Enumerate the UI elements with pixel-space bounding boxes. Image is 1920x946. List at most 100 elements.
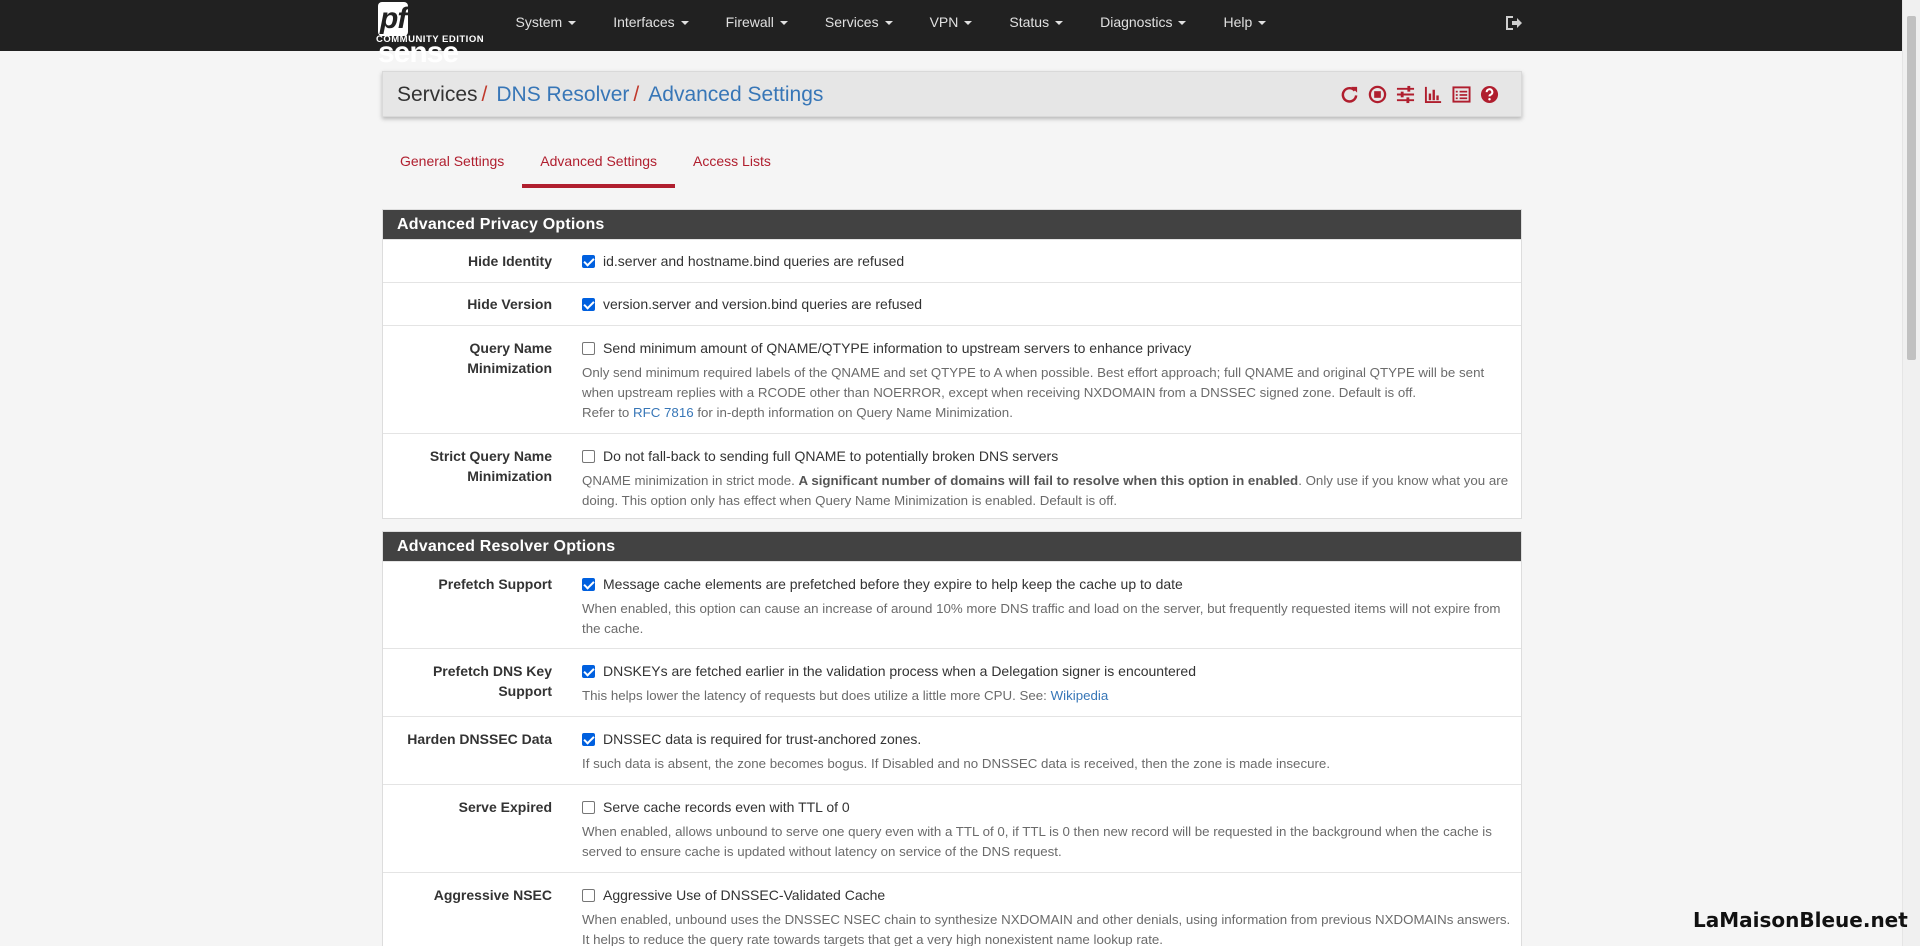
field-label: Prefetch Support	[438, 576, 552, 592]
aggressive-nsec-checkbox[interactable]	[582, 888, 595, 902]
option-text: Aggressive Use of DNSSEC-Validated Cache	[603, 887, 886, 903]
field-label: Aggressive NSEC	[433, 887, 552, 903]
option-text: version.server and version.bind queries …	[603, 296, 923, 312]
menu-help[interactable]: Help	[1205, 0, 1285, 45]
wikipedia-link[interactable]: Wikipedia	[1051, 688, 1109, 703]
resolver-options-panel: Advanced Resolver Options Prefetch Suppo…	[382, 531, 1522, 946]
option-text: Message cache elements are prefetched be…	[603, 576, 1183, 592]
rfc-7816-link[interactable]: RFC 7816	[633, 405, 694, 420]
breadcrumb-actions	[1340, 85, 1499, 104]
main-menu: System Interfaces Firewall Services VPN …	[497, 0, 1285, 45]
caret-down-icon	[884, 21, 893, 26]
query-name-minimization-row: Query Name Minimization Send minimum amou…	[383, 325, 1521, 433]
aggressive-nsec-option[interactable]: Aggressive Use of DNSSEC-Validated Cache	[582, 885, 1511, 905]
field-label: Prefetch DNS Key Support	[432, 663, 552, 699]
caret-down-icon	[1055, 21, 1064, 26]
breadcrumb: Services / DNS Resolver / Advanced Settings	[397, 83, 823, 107]
help-text: QNAME minimization in strict mode. A sig…	[582, 473, 1509, 508]
menu-status[interactable]: Status	[991, 0, 1082, 45]
help-text: This helps lower the latency of requests…	[582, 688, 1109, 703]
logo-pf: pf	[378, 2, 409, 36]
hide-version-row: Hide Version version.server and version.…	[383, 282, 1521, 325]
menu-system[interactable]: System	[497, 0, 595, 45]
watermark: LaMaisonBleue.net	[1693, 908, 1908, 932]
prefetch-support-row: Prefetch Support Message cache elements …	[383, 561, 1521, 648]
breadcrumb-separator: /	[633, 83, 640, 106]
tab-advanced-settings[interactable]: Advanced Settings	[522, 145, 676, 188]
logo-edition: COMMUNITY EDITION	[376, 34, 485, 45]
restart-service-icon[interactable]	[1340, 85, 1359, 104]
harden-dnssec-row: Harden DNSSEC Data DNSSEC data is requir…	[383, 716, 1521, 784]
breadcrumb-separator: /	[481, 83, 488, 106]
hide-identity-row: Hide Identity id.server and hostname.bin…	[383, 239, 1521, 282]
help-text: If such data is absent, the zone becomes…	[582, 756, 1331, 771]
scrollbar-thumb[interactable]	[1907, 16, 1916, 360]
stop-service-icon[interactable]	[1368, 85, 1387, 104]
qname-minimization-option[interactable]: Send minimum amount of QNAME/QTYPE infor…	[582, 338, 1511, 358]
harden-dnssec-option[interactable]: DNSSEC data is required for trust-anchor…	[582, 729, 1511, 749]
strict-qname-checkbox[interactable]	[582, 449, 595, 463]
field-label: Query Name Minimization	[467, 340, 552, 376]
log-list-icon[interactable]	[1452, 85, 1471, 104]
field-label: Strict Query Name Minimization	[429, 448, 552, 484]
caret-down-icon	[568, 21, 577, 26]
panel-title: Advanced Resolver Options	[383, 532, 1521, 561]
help-text: When enabled, unbound uses the DNSSEC NS…	[582, 912, 1511, 946]
status-graph-icon[interactable]	[1424, 85, 1443, 104]
menu-diagnostics[interactable]: Diagnostics	[1082, 0, 1205, 45]
prefetch-support-option[interactable]: Message cache elements are prefetched be…	[582, 574, 1511, 594]
harden-dnssec-checkbox[interactable]	[582, 732, 595, 746]
option-text: DNSKEYs are fetched earlier in the valid…	[603, 663, 1197, 679]
menu-interfaces[interactable]: Interfaces	[595, 0, 707, 45]
caret-down-icon	[964, 21, 973, 26]
option-text: id.server and hostname.bind queries are …	[603, 253, 905, 269]
pfsense-logo[interactable]: pfsense COMMUNITY EDITION	[376, 2, 486, 69]
privacy-options-panel: Advanced Privacy Options Hide Identity i…	[382, 209, 1522, 519]
strict-qname-option[interactable]: Do not fall-back to sending full QNAME t…	[582, 446, 1511, 466]
field-label: Serve Expired	[458, 799, 552, 815]
hide-version-option[interactable]: version.server and version.bind queries …	[582, 294, 1511, 314]
breadcrumb-dns-resolver[interactable]: DNS Resolver	[496, 83, 629, 106]
option-text: Send minimum amount of QNAME/QTYPE infor…	[603, 340, 1192, 356]
field-label: Hide Version	[467, 296, 552, 312]
serve-expired-checkbox[interactable]	[582, 800, 595, 814]
tab-access-lists[interactable]: Access Lists	[675, 145, 789, 188]
tab-general-settings[interactable]: General Settings	[382, 145, 522, 188]
help-text: Only send minimum required labels of the…	[582, 365, 1485, 420]
strict-qname-row: Strict Query Name Minimization Do not fal…	[383, 433, 1521, 521]
prefetch-dns-key-checkbox[interactable]	[582, 664, 595, 678]
breadcrumb-bar: Services / DNS Resolver / Advanced Settings	[382, 71, 1522, 117]
option-text: DNSSEC data is required for trust-anchor…	[603, 731, 922, 747]
logout-icon[interactable]	[1503, 13, 1523, 33]
menu-firewall[interactable]: Firewall	[707, 0, 806, 45]
top-navbar: pfsense COMMUNITY EDITION System Interfa…	[0, 0, 1902, 69]
field-label: Hide Identity	[467, 253, 552, 269]
panel-title: Advanced Privacy Options	[383, 210, 1521, 239]
help-text: When enabled, this option can cause an i…	[582, 601, 1501, 636]
menu-services[interactable]: Services	[806, 0, 911, 45]
hide-identity-checkbox[interactable]	[582, 254, 595, 268]
qname-minimization-checkbox[interactable]	[582, 341, 595, 355]
aggressive-nsec-row: Aggressive NSEC Aggressive Use of DNSSEC…	[383, 872, 1521, 946]
help-icon[interactable]	[1480, 85, 1499, 104]
caret-down-icon	[680, 21, 689, 26]
help-text: When enabled, allows unbound to serve on…	[582, 824, 1492, 859]
serve-expired-row: Serve Expired Serve cache records even w…	[383, 784, 1521, 872]
hide-version-checkbox[interactable]	[582, 297, 595, 311]
field-label: Harden DNSSEC Data	[407, 731, 552, 747]
caret-down-icon	[1178, 21, 1187, 26]
serve-expired-option[interactable]: Serve cache records even with TTL of 0	[582, 797, 1511, 817]
menu-vpn[interactable]: VPN	[911, 0, 991, 45]
prefetch-dns-key-option[interactable]: DNSKEYs are fetched earlier in the valid…	[582, 661, 1511, 681]
prefetch-dns-key-row: Prefetch DNS Key Support DNSKEYs are fetc…	[383, 648, 1521, 716]
breadcrumb-advanced-settings[interactable]: Advanced Settings	[648, 83, 823, 106]
option-text: Serve cache records even with TTL of 0	[603, 799, 850, 815]
caret-down-icon	[1258, 21, 1267, 26]
page-scrollbar[interactable]	[1902, 0, 1920, 946]
settings-sliders-icon[interactable]	[1396, 85, 1415, 104]
caret-down-icon	[779, 21, 788, 26]
prefetch-support-checkbox[interactable]	[582, 577, 595, 591]
hide-identity-option[interactable]: id.server and hostname.bind queries are …	[582, 251, 1511, 271]
settings-tabs: General Settings Advanced Settings Acces…	[382, 145, 789, 188]
option-text: Do not fall-back to sending full QNAME t…	[603, 448, 1059, 464]
